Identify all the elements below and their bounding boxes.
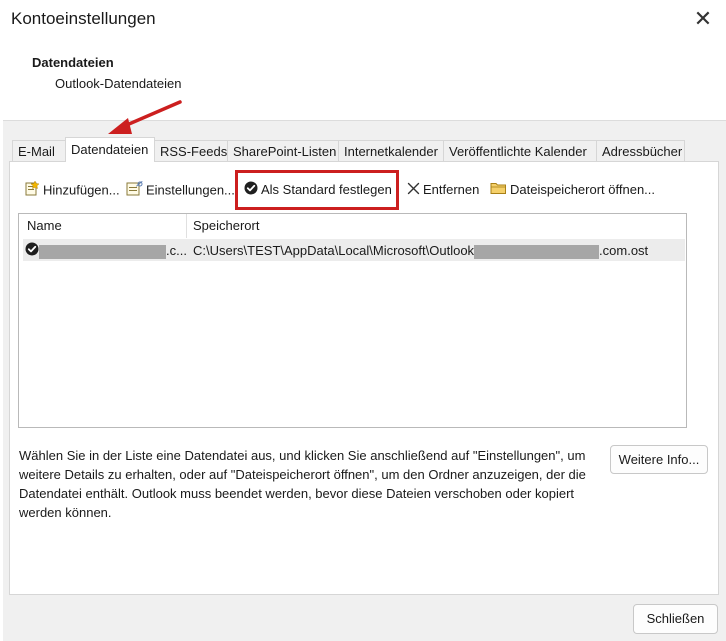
set-default-button[interactable]: Als Standard festlegen bbox=[244, 180, 392, 200]
file-location-cell: C:\Users\TEST\AppData\Local\Microsoft\Ou… bbox=[193, 243, 648, 259]
tab-published-calendars[interactable]: Veröffentlichte Kalender bbox=[443, 140, 597, 161]
table-row[interactable]: .c... C:\Users\TEST\AppData\Local\Micros… bbox=[23, 239, 685, 261]
settings-button-label: Einstellungen... bbox=[146, 182, 235, 198]
add-button-label: Hinzufügen... bbox=[43, 182, 120, 198]
file-location-prefix: C:\Users\TEST\AppData\Local\Microsoft\Ou… bbox=[193, 243, 475, 258]
open-file-location-label: Dateispeicherort öffnen... bbox=[510, 182, 656, 197]
add-file-icon bbox=[24, 180, 40, 202]
file-name-suffix: .c... bbox=[166, 243, 187, 258]
redacted-text bbox=[39, 244, 166, 259]
tab-internet-calendars[interactable]: Internetkalender bbox=[338, 140, 444, 161]
close-icon[interactable]: ✕ bbox=[688, 8, 718, 34]
settings-icon bbox=[126, 180, 143, 202]
open-file-location-button[interactable]: Dateispeicherort öffnen... bbox=[490, 180, 655, 200]
add-button[interactable]: Hinzufügen... bbox=[24, 180, 120, 200]
column-separator bbox=[186, 214, 187, 238]
remove-button-label: Entfernen bbox=[423, 182, 480, 197]
column-header-name[interactable]: Name bbox=[27, 218, 62, 233]
set-default-button-label: Als Standard festlegen bbox=[261, 182, 392, 197]
window-title: Kontoeinstellungen bbox=[11, 9, 156, 28]
checkmark-icon bbox=[244, 181, 258, 201]
default-file-check-icon bbox=[25, 242, 39, 259]
file-location-suffix: .com.ost bbox=[599, 243, 649, 258]
remove-button[interactable]: Entfernen bbox=[407, 180, 479, 200]
tab-datendateien[interactable]: Datendateien bbox=[65, 137, 155, 162]
folder-icon bbox=[490, 181, 507, 201]
file-name-cell: .c... bbox=[39, 243, 187, 259]
tab-sharepoint-lists[interactable]: SharePoint-Listen bbox=[227, 140, 339, 161]
help-description: Wählen Sie in der Liste eine Datendatei … bbox=[19, 448, 586, 520]
close-button[interactable]: Schließen bbox=[633, 604, 718, 634]
tab-email[interactable]: E-Mail bbox=[12, 140, 66, 161]
more-info-button[interactable]: Weitere Info... bbox=[610, 445, 708, 474]
tab-rss-feeds[interactable]: RSS-Feeds bbox=[154, 140, 228, 161]
column-header-location[interactable]: Speicherort bbox=[193, 218, 259, 233]
section-subtitle: Outlook-Datendateien bbox=[55, 76, 182, 91]
tab-address-books[interactable]: Adressbücher bbox=[596, 140, 685, 161]
settings-button[interactable]: Einstellungen... bbox=[126, 180, 235, 200]
data-file-list[interactable]: Name Speicherort .c... C:\Users\TEST\App… bbox=[18, 213, 687, 428]
x-icon bbox=[407, 181, 420, 201]
redacted-text bbox=[474, 244, 600, 259]
section-title: Datendateien bbox=[32, 55, 114, 70]
